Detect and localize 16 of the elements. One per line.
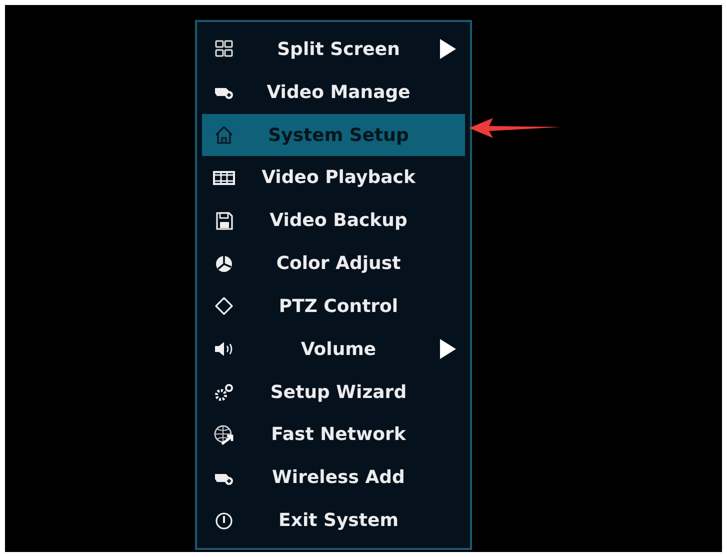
menu-item[interactable]: Video Manage <box>202 70 465 114</box>
menu-item[interactable]: Wireless Add <box>202 456 465 500</box>
menu-item[interactable]: Video Backup <box>202 199 465 242</box>
diamond-icon <box>213 295 235 318</box>
house-icon <box>213 124 235 146</box>
menu-item[interactable]: Volume <box>202 328 465 371</box>
gears-icon <box>213 381 235 404</box>
menu-item[interactable]: Setup Wizard <box>202 370 465 414</box>
menu-item[interactable]: Fast Network <box>202 413 465 456</box>
globe-icon <box>213 424 235 446</box>
menu-item[interactable]: PTZ Control <box>202 284 465 328</box>
menu-item[interactable]: Split Screen <box>202 28 465 71</box>
menu-item[interactable]: Color Adjust <box>202 242 465 285</box>
menu-item[interactable]: Video Playback <box>202 156 465 200</box>
power-icon <box>213 510 235 532</box>
menu-item[interactable]: Exit System <box>202 499 465 542</box>
